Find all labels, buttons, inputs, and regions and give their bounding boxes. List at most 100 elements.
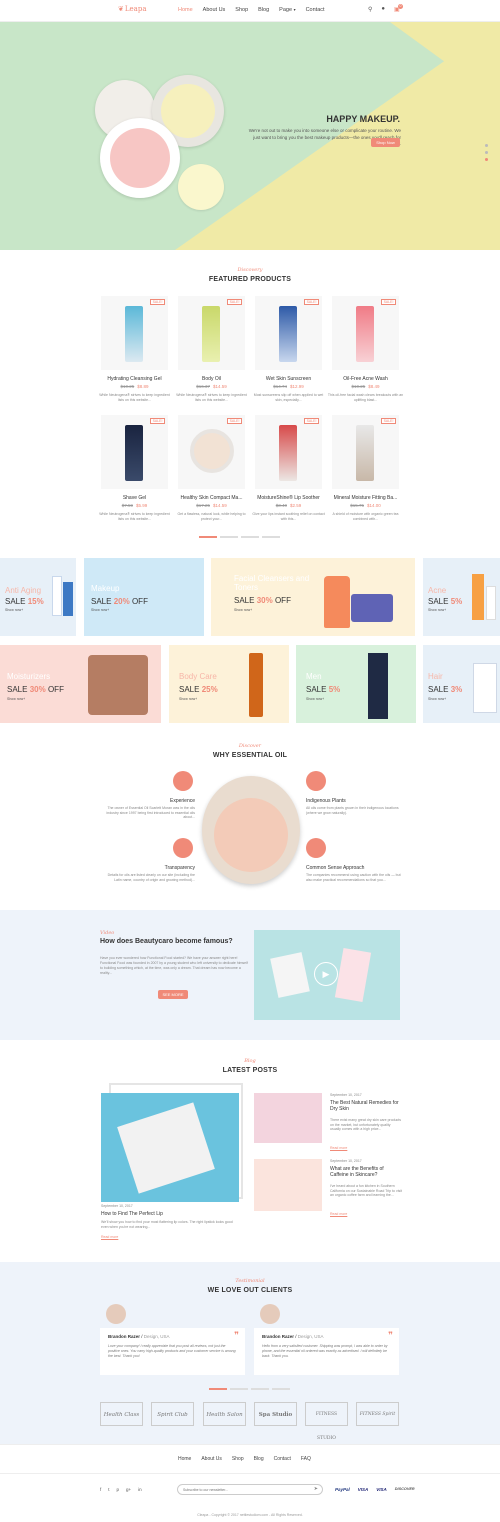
banner-shop-link[interactable]: Show now+ — [179, 697, 197, 701]
product-name[interactable]: MoistureShine® Lip Soother — [250, 495, 327, 501]
footer-link-about[interactable]: About Us — [201, 1456, 222, 1462]
footer-nav: Home About Us Shop Blog Contact FAQ — [178, 1456, 311, 1462]
product-card[interactable]: SALE! — [101, 296, 168, 370]
banner-anti-aging[interactable]: Anti Aging SALE 15% Show now+ — [0, 558, 76, 636]
banner-shop-link[interactable]: Show now+ — [428, 697, 446, 701]
banner-shop-link[interactable]: Show now+ — [306, 697, 324, 701]
product-name[interactable]: Healthy Skin Compact Ma... — [173, 495, 250, 501]
side-post-title[interactable]: The Best Natural Remedies for Dry Skin — [330, 1100, 402, 1112]
footer-link-home[interactable]: Home — [178, 1456, 191, 1462]
banner-makeup[interactable]: Makeup SALE 20% OFF Show now+ — [84, 558, 204, 636]
foundation-bottles-image — [88, 655, 148, 715]
product-card[interactable]: SALE! — [255, 296, 322, 370]
search-icon[interactable]: ⚲ — [368, 6, 372, 13]
nav-contact[interactable]: Contact — [306, 7, 325, 13]
brand-logo[interactable]: Spirit Club — [151, 1402, 194, 1426]
sale-price: $8.49 — [368, 384, 380, 389]
logo[interactable]: ❦Leapa — [118, 5, 147, 13]
slider-dot-2[interactable] — [485, 151, 488, 154]
twitter-icon[interactable]: t — [108, 1487, 109, 1492]
banner-acne[interactable]: Acne SALE 5% Show now+ — [423, 558, 500, 636]
side-post-image[interactable] — [254, 1093, 322, 1143]
video-thumbnail[interactable]: ▶ — [254, 930, 400, 1020]
pager-dot-1[interactable] — [209, 1388, 227, 1390]
avatar — [106, 1304, 126, 1324]
nav-shop[interactable]: Shop — [235, 7, 248, 13]
pinterest-icon[interactable]: p — [117, 1487, 120, 1492]
brand-logo[interactable]: FITNESS Spirit — [356, 1402, 399, 1426]
sale-price: $12.99 — [290, 384, 304, 389]
nav-page-label: Page — [279, 7, 293, 13]
nav-blog[interactable]: Blog — [258, 7, 269, 13]
side-post-read-more[interactable]: Read more — [330, 1146, 347, 1150]
pager-dot-1[interactable] — [199, 536, 217, 538]
banner-shop-link[interactable]: Show now+ — [91, 608, 109, 612]
banner-sale: SALE 3% — [428, 685, 462, 694]
google-plus-icon[interactable]: g+ — [126, 1487, 131, 1492]
banner-body-care[interactable]: Body Care SALE 25% Show now+ — [169, 645, 289, 723]
newsletter-input[interactable] — [183, 1486, 303, 1494]
pager-dot-2[interactable] — [220, 536, 238, 538]
slider-dots — [485, 144, 488, 161]
main-post-title[interactable]: How to Find The Perfect Lip — [101, 1211, 163, 1217]
side-post-read-more[interactable]: Read more — [330, 1212, 347, 1216]
product-card[interactable]: SALE! — [178, 296, 245, 370]
product-price: $10.25 $8.89 — [96, 384, 173, 389]
brand-logo[interactable]: Health Class — [100, 1402, 143, 1426]
cart-icon[interactable]: ▣ 0 — [394, 4, 404, 13]
slider-dot-1[interactable] — [485, 144, 488, 147]
banner-men[interactable]: Men SALE 5% Show now+ — [296, 645, 416, 723]
product-card[interactable]: SALE! — [332, 296, 399, 370]
product-name[interactable]: Body Oil — [173, 376, 250, 382]
product-name[interactable]: Mineral Moisture Fitting Ba... — [327, 495, 404, 501]
nav-home[interactable]: Home — [178, 7, 193, 13]
experience-icon — [173, 771, 193, 791]
play-icon[interactable]: ▶ — [314, 962, 338, 986]
banner-shop-link[interactable]: Show now+ — [5, 608, 23, 612]
banner-category: Men — [306, 672, 322, 681]
main-post-image[interactable] — [101, 1093, 239, 1202]
banner-facial[interactable]: Facial Cleansers and Toners SALE 30% OFF… — [211, 558, 415, 636]
product-name[interactable]: Shave Gel — [96, 495, 173, 501]
hero-shop-button[interactable]: Shop Now — [371, 138, 400, 147]
facebook-icon[interactable]: f — [100, 1487, 101, 1492]
linkedin-icon[interactable]: in — [138, 1487, 142, 1492]
pager-dot-3[interactable] — [241, 536, 259, 538]
brand-logo[interactable]: Health Salon — [203, 1402, 246, 1426]
banner-shop-link[interactable]: Show now+ — [234, 608, 252, 612]
banner-shop-link[interactable]: Show now+ — [428, 608, 446, 612]
banner-hair[interactable]: Hair SALE 3% Show now+ — [423, 645, 500, 723]
see-more-button[interactable]: SEE MORE — [158, 990, 188, 999]
brand-logo[interactable]: Spa Studio — [254, 1402, 297, 1426]
pager-dot-2[interactable] — [230, 1388, 248, 1390]
side-post-image[interactable] — [254, 1159, 322, 1211]
product-name[interactable]: Hydrating Cleansing Gel — [96, 376, 173, 382]
nav-about[interactable]: About Us — [203, 7, 226, 13]
send-icon[interactable]: ➤ — [314, 1486, 318, 1492]
footer-link-blog[interactable]: Blog — [254, 1456, 264, 1462]
product-name[interactable]: Oil-Free Acne Wash — [327, 376, 404, 382]
banner-shop-link[interactable]: Show now+ — [7, 697, 25, 701]
banner-moisturizers[interactable]: Moisturizers SALE 30% OFF Show now+ — [0, 645, 161, 723]
footer-link-faq[interactable]: FAQ — [301, 1456, 311, 1462]
footer-link-contact[interactable]: Contact — [274, 1456, 291, 1462]
main-post-read-more[interactable]: Read more — [101, 1235, 118, 1239]
nav-page[interactable]: Page ▾ — [279, 7, 295, 13]
pager-dot-4[interactable] — [272, 1388, 290, 1390]
slider-dot-3[interactable] — [485, 158, 488, 161]
banner-category: Moisturizers — [7, 672, 51, 681]
footer-link-shop[interactable]: Shop — [232, 1456, 244, 1462]
banner-off: OFF — [274, 596, 291, 605]
product-card[interactable]: SALE! — [255, 415, 322, 489]
product-name[interactable]: Wet Skin Sunscreen — [250, 376, 327, 382]
banner-category: Acne — [428, 586, 447, 595]
user-icon[interactable]: ● — [381, 6, 385, 13]
pager-dot-3[interactable] — [251, 1388, 269, 1390]
brand-logo[interactable]: FITNESS STUDIO — [305, 1402, 348, 1441]
pager-dot-4[interactable] — [262, 536, 280, 538]
side-post-title[interactable]: What are the Benefits of Caffeine in Ski… — [330, 1166, 402, 1178]
visa-icon: VISA — [376, 1487, 387, 1492]
product-card[interactable]: SALE! — [332, 415, 399, 489]
product-card[interactable]: SALE! — [101, 415, 168, 489]
product-card[interactable]: SALE! — [178, 415, 245, 489]
